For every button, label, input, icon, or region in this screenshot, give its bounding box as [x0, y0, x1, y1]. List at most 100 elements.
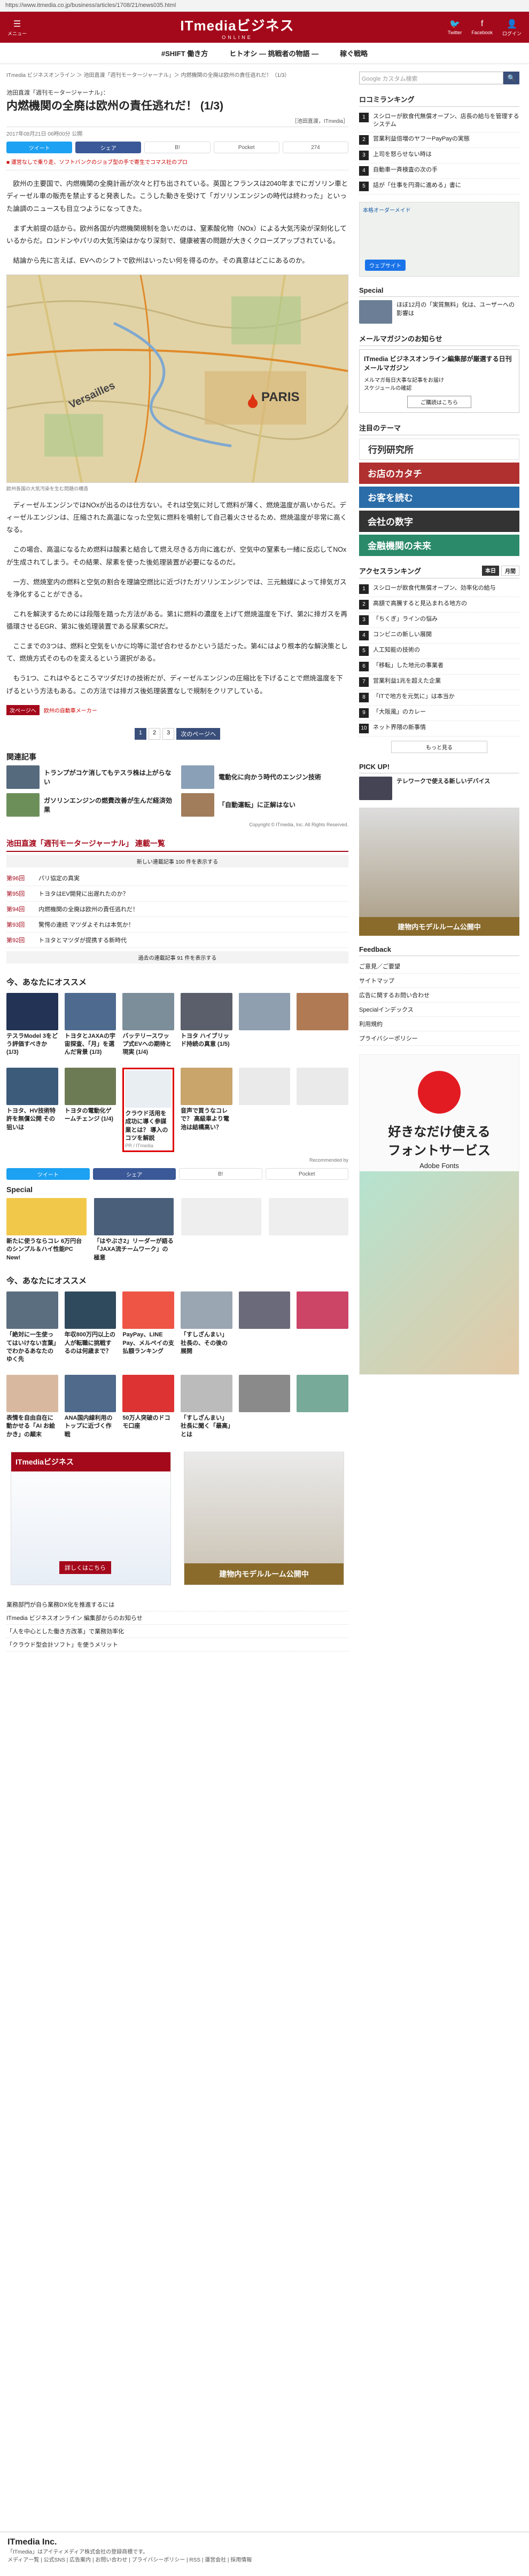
recommend-item[interactable]: [297, 1374, 348, 1439]
twitter-button[interactable]: 🐦 Twitter: [448, 18, 462, 37]
recommend-item[interactable]: ANA国内線利用のトップに近づく作戦: [64, 1374, 116, 1439]
share-pocket-button[interactable]: Pocket: [213, 142, 279, 154]
nav-item-shift[interactable]: #SHIFT 働き方: [161, 48, 208, 58]
feedback-link[interactable]: Specialインデックス: [359, 1003, 519, 1017]
access-item[interactable]: 9 「大阪風」のカレー: [359, 706, 519, 721]
series-show-old[interactable]: 過去の連載記事 91 件を表示する: [6, 951, 348, 964]
tab-today[interactable]: 本日: [482, 565, 499, 576]
series-row[interactable]: 第93回 驚愕の連続 マツダよそれは本気か！: [6, 917, 348, 933]
ad-banner-itmedia[interactable]: ITmediaビジネス 詳しくはこちら: [11, 1451, 171, 1585]
recommend-item[interactable]: トヨタの電動化ゲームチェンジ (1/4): [64, 1067, 116, 1152]
recommend-item[interactable]: 「すしざんまい」社長に聞く「最高」とは: [180, 1374, 232, 1439]
bottom-link[interactable]: 業務部門が自ら業務DX化を推進するには: [6, 1598, 348, 1611]
series-row[interactable]: 第92回 トヨタとマツダが提携する新時代: [6, 933, 348, 948]
recommend-item[interactable]: [297, 1067, 348, 1152]
search-input[interactable]: Google カスタム検索: [359, 72, 503, 84]
share-pocket-button[interactable]: Pocket: [265, 1168, 348, 1180]
series-heading[interactable]: 池田直渡「週刊モータージャーナル」 連載一覧: [6, 838, 348, 852]
access-item[interactable]: 4 コンビニの新しい展開: [359, 628, 519, 644]
access-item[interactable]: 3 「ちくぎ」ラインの悩み: [359, 613, 519, 628]
recommend-item[interactable]: [297, 992, 348, 1057]
special-item[interactable]: [181, 1198, 261, 1262]
sidebar-ad-map[interactable]: 本格オーダーメイド ウェブサイト: [359, 201, 519, 277]
series-row[interactable]: 第94回 内燃機関の全廃は欧州の責任逃れだ！: [6, 902, 348, 917]
recommend-item[interactable]: 年収800万円以上の人が転職に挑戦するのは何歳まで？: [64, 1291, 116, 1364]
recommend-item[interactable]: [238, 992, 291, 1057]
recommend-item[interactable]: [238, 1291, 291, 1364]
feedback-link[interactable]: ご意見／ご要望: [359, 959, 519, 974]
related-item[interactable]: 「自動運転」に正解はない: [181, 793, 348, 817]
feedback-link[interactable]: サイトマップ: [359, 974, 519, 988]
bottom-link[interactable]: 「クラウド型会計ソフト」を使うメリット: [6, 1638, 348, 1651]
sidebar-special-item[interactable]: ほぼ12月の「実質無料」化は、ユーザーへの影響は: [359, 300, 519, 324]
ad-cta-button[interactable]: 詳しくはこちら: [59, 1561, 111, 1574]
ranking-item[interactable]: 3 上司を怒らせない時は: [359, 148, 519, 163]
share-facebook-button[interactable]: シェア: [75, 142, 142, 154]
recommend-item[interactable]: [238, 1067, 291, 1152]
recommend-item-sponsored[interactable]: クラウド活用を成功に導く参謀業とは？ 導入のコツを解説 PR / ITmedia: [122, 1067, 174, 1152]
recommend-item[interactable]: [238, 1374, 291, 1439]
next-page-badge[interactable]: 次ページへ: [6, 704, 40, 715]
breadcrumb[interactable]: ITmedia ビジネスオンライン ＞ 池田直渡「週刊モータージャーナル」＞ 内…: [6, 64, 348, 84]
recommend-credit[interactable]: Recommended by: [6, 1157, 348, 1163]
theme-banner[interactable]: 金融機関の未来: [359, 534, 519, 556]
theme-banner[interactable]: お店のカタチ: [359, 462, 519, 484]
nav-item-strategy[interactable]: 稼ぐ戦略: [340, 48, 368, 58]
page-3[interactable]: 3: [162, 727, 175, 740]
next-page-teaser[interactable]: 次ページへ 欧州の自動車メーカー: [6, 704, 348, 715]
access-item[interactable]: 2 高額で高騰すると見込まれる地方の: [359, 597, 519, 613]
more-button[interactable]: もっと見る: [391, 740, 487, 753]
tab-month[interactable]: 月間: [501, 565, 519, 576]
share-twitter-button[interactable]: ツイート: [6, 142, 73, 154]
theme-banner[interactable]: お客を読む: [359, 486, 519, 508]
share-hatena-button[interactable]: B!: [144, 142, 211, 154]
ranking-item[interactable]: 2 営業利益倍増のヤフーPayPayの実態: [359, 132, 519, 148]
login-button[interactable]: 👤 ログイン: [502, 18, 522, 37]
page-1[interactable]: 1: [134, 727, 147, 740]
sidebar-ad-adobe[interactable]: 好きなだけ使える フォントサービス Adobe Fonts: [359, 1054, 519, 1375]
footer-brand[interactable]: ITmedia Inc.: [7, 2538, 522, 2547]
recommend-item[interactable]: トヨタ、HV技術特許を無償公開 その狙いは: [6, 1067, 58, 1152]
feedback-link[interactable]: 広告に関するお問い合わせ: [359, 988, 519, 1003]
footer-links[interactable]: メディア一覧 | 公式SNS | 広告案内 | お問い合わせ | プライバシーポ…: [7, 2555, 522, 2563]
share-twitter-button[interactable]: ツイート: [6, 1168, 90, 1180]
recommend-item[interactable]: PayPay、LINE Pay、メルペイの支払額ランキング: [122, 1291, 174, 1364]
share-facebook-button[interactable]: シェア: [92, 1168, 176, 1180]
access-item[interactable]: 7 営業利益1兆を超えた企業: [359, 675, 519, 690]
ranking-item[interactable]: 4 自動車一斉検査の次の手: [359, 163, 519, 179]
special-item[interactable]: [268, 1198, 348, 1262]
share-hatena-button[interactable]: B!: [179, 1168, 262, 1180]
recommend-item[interactable]: 「絶対に一生使ってはいけない言葉」でわかるあなたのゆく先: [6, 1291, 58, 1364]
ad-banner-gladis[interactable]: 建物内モデルルーム公開中: [184, 1451, 344, 1585]
recommend-item[interactable]: 表情を自由自在に動かせる「AI お絵かき」の顛末: [6, 1374, 58, 1439]
subscribe-button[interactable]: ご購読はこちら: [407, 395, 471, 408]
address-bar[interactable]: https://www.itmedia.co.jp/business/artic…: [0, 0, 529, 12]
feedback-link[interactable]: プライバシーポリシー: [359, 1031, 519, 1046]
recommend-item[interactable]: バッテリースワップ式EVへの期待と現実 (1/4): [122, 992, 174, 1057]
recommend-item[interactable]: トヨタ ハイブリッド持続の真意 (1/5): [180, 992, 232, 1057]
ad-website-button[interactable]: ウェブサイト: [365, 259, 406, 271]
recommend-item[interactable]: 音声で買うなコレで？ 高級車より電池は結構高い？: [180, 1067, 232, 1152]
page-2[interactable]: 2: [149, 727, 161, 740]
access-item[interactable]: 10 ネット界隈の新事情: [359, 721, 519, 737]
feedback-link[interactable]: 利用規約: [359, 1017, 519, 1031]
series-kicker[interactable]: 池田直渡「週刊モータージャーナル」：: [6, 88, 348, 97]
sidebar-ad-gladis[interactable]: 建物内モデルルーム公開中: [359, 807, 519, 936]
bottom-link[interactable]: ITmedia ビジネスオンライン 編集部からのお知らせ: [6, 1611, 348, 1625]
access-item[interactable]: 1 スシローが飲食代無償オープン、効率化の給与: [359, 582, 519, 597]
ranking-item[interactable]: 5 話が「仕事を円滑に進める」書に: [359, 179, 519, 194]
related-item[interactable]: ガソリンエンジンの燃費改善が生んだ経済効果: [6, 793, 174, 817]
series-show-new[interactable]: 新しい連載記事 100 件を表示する: [6, 855, 348, 867]
recommend-item[interactable]: テスラModel 3をどう評価すべきか (1/3): [6, 992, 58, 1057]
special-item[interactable]: 新たに使うならコレ 6万円台のシンプル＆ハイ性能PC New!: [6, 1198, 87, 1262]
pickup-item[interactable]: テレワークで使える新しいデバイス: [359, 776, 519, 800]
recommend-item[interactable]: [297, 1291, 348, 1364]
recommend-item[interactable]: トヨタとJAXAの宇宙探査、「月」を選んだ背景 (1/3): [64, 992, 116, 1057]
recommend-item[interactable]: 「すしざんまい」社長の、その後の展開: [180, 1291, 232, 1364]
recommend-item[interactable]: 50万人突破のドコモ口座: [122, 1374, 174, 1439]
facebook-button[interactable]: f Facebook: [471, 18, 493, 37]
bottom-link[interactable]: 「人を中心とした働き方改革」で業務効率化: [6, 1625, 348, 1638]
ranking-item[interactable]: 1 スシローが飲食代無償オープン、店長の給与を管理するシステム: [359, 110, 519, 132]
series-row[interactable]: 第96回 パリ協定の真実: [6, 871, 348, 886]
next-page-button[interactable]: 次のページへ: [176, 727, 221, 740]
